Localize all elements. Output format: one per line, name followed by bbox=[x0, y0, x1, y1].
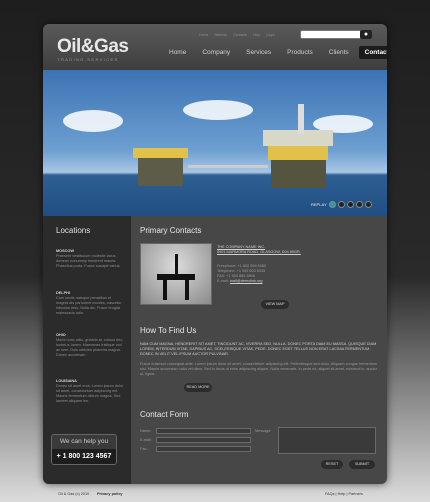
rig-silhouette bbox=[185, 280, 189, 300]
contact-rows: Freephone: +1 800 559 6580 Telephone: +1… bbox=[217, 264, 381, 284]
location-text: Donec sit amet eros. Lorem ipsum dolor s… bbox=[56, 384, 124, 403]
footer-links[interactable]: FAQs | Help | Partners bbox=[325, 492, 363, 496]
copyright: Oil & Gas (c) 2010 bbox=[58, 492, 90, 496]
contact-value: +1 959 603 6035 bbox=[236, 269, 266, 273]
find-us-bold-text: NAM CUM MAGNA, HENDRERIT SIT AMET, TINCI… bbox=[140, 342, 377, 356]
email-field[interactable] bbox=[156, 437, 251, 443]
fax-label: Fax: bbox=[140, 447, 148, 451]
contact-label: Freephone: bbox=[217, 264, 237, 268]
rig-bridge bbox=[188, 165, 268, 168]
slide-dot[interactable] bbox=[364, 201, 372, 208]
email-link[interactable]: mail@demolink.org bbox=[230, 279, 263, 283]
contact-value: +1 504 889 9898 bbox=[226, 274, 255, 278]
cloud bbox=[183, 100, 253, 120]
top-link-home[interactable]: Home bbox=[199, 33, 208, 37]
main-content: Primary Contacts THE COMPANY NAME INC. 8… bbox=[131, 216, 387, 484]
help-phone: + 1 800 123 4567 bbox=[52, 449, 116, 464]
nav-clients[interactable]: Clients bbox=[323, 46, 355, 59]
contact-label: FAX: bbox=[217, 274, 226, 278]
contact-value: +1 800 559 6580 bbox=[237, 264, 267, 268]
message-label: Message: bbox=[255, 429, 272, 433]
rig-photo bbox=[140, 243, 212, 305]
top-links: Home Sitemap Contacts Help Login bbox=[199, 33, 275, 37]
slide-dot[interactable] bbox=[328, 201, 336, 208]
logo[interactable]: Oil&Gas bbox=[57, 36, 129, 58]
hero-banner: REPLAY bbox=[43, 70, 387, 216]
rig-platform bbox=[138, 158, 183, 186]
location-item: OHIO Morbi nunc odio, gravida at, cursus… bbox=[56, 333, 124, 358]
rig-silhouette bbox=[175, 254, 178, 274]
name-label: Name: bbox=[140, 429, 152, 433]
rig-platform bbox=[133, 148, 188, 158]
rig-silhouette bbox=[163, 280, 167, 300]
location-item: LOUISIANA Donec sit amet eros. Lorem ips… bbox=[56, 379, 124, 404]
email-label: E-mail: bbox=[217, 279, 229, 283]
contact-label: Telephone: bbox=[217, 269, 236, 273]
slide-dot[interactable] bbox=[346, 201, 354, 208]
page-container: Oil&Gas TRADING SERVICES Home Sitemap Co… bbox=[43, 24, 387, 484]
help-label: We can help you bbox=[52, 435, 116, 449]
view-map-button[interactable]: VIEW MAP bbox=[261, 300, 289, 309]
location-item: DELPHI Cum sociis natoque penatibus et m… bbox=[56, 291, 124, 316]
nav-services[interactable]: Services bbox=[240, 46, 277, 59]
header: Oil&Gas TRADING SERVICES Home Sitemap Co… bbox=[43, 24, 387, 70]
find-us-title: How To Find Us bbox=[140, 326, 197, 335]
slide-dot[interactable] bbox=[355, 201, 363, 208]
top-link-sitemap[interactable]: Sitemap bbox=[214, 33, 227, 37]
company-block: THE COMPANY NAME INC. 8901 MARMORA ROAD,… bbox=[217, 245, 381, 255]
email-label: E-mail: bbox=[140, 438, 152, 442]
nav-products[interactable]: Products bbox=[281, 46, 319, 59]
sidebar-title: Locations bbox=[56, 226, 91, 235]
slide-dot[interactable] bbox=[337, 201, 345, 208]
read-more-button[interactable]: READ MORE bbox=[184, 383, 212, 392]
top-link-contacts[interactable]: Contacts bbox=[233, 33, 247, 37]
nav-company[interactable]: Company bbox=[196, 46, 236, 59]
rig-platform bbox=[271, 160, 326, 188]
location-text: Cum sociis natoque penatibus et magnis d… bbox=[56, 296, 122, 315]
submit-button[interactable]: SUBMIT bbox=[349, 460, 375, 469]
privacy-link[interactable]: Privacy policy bbox=[97, 492, 123, 496]
primary-contacts-title: Primary Contacts bbox=[140, 226, 202, 235]
top-link-help[interactable]: Help bbox=[253, 33, 260, 37]
fax-field[interactable] bbox=[156, 446, 251, 452]
location-item: MOSCOW Praesent vestibulum molestie lacu… bbox=[56, 249, 124, 269]
help-box: We can help you + 1 800 123 4567 bbox=[51, 434, 117, 465]
name-field[interactable] bbox=[156, 428, 251, 434]
slider-controls: REPLAY bbox=[311, 201, 372, 208]
location-text: Praesent vestibulum molestie lacus. Aene… bbox=[56, 254, 121, 268]
cloud bbox=[63, 110, 123, 132]
main-nav: Home Company Services Products Clients C… bbox=[163, 46, 387, 59]
location-text: Morbi nunc odio, gravida at, cursus nec,… bbox=[56, 338, 124, 357]
message-field[interactable] bbox=[278, 427, 376, 454]
slogan: TRADING SERVICES bbox=[57, 57, 119, 62]
search-icon[interactable]: ● bbox=[360, 30, 372, 39]
nav-contacts[interactable]: Contacts bbox=[358, 46, 387, 59]
footer: Oil & Gas (c) 2010 Privacy policy FAQs |… bbox=[0, 490, 430, 502]
contact-form-title: Contact Form bbox=[140, 410, 189, 419]
nav-home[interactable]: Home bbox=[163, 46, 192, 59]
company-address: 8901 MARMORA ROAD, GLASGOW, D04 89GR. bbox=[217, 250, 301, 254]
find-us-text: Fusce euismod consequat ante. Lorem ipsu… bbox=[140, 362, 378, 376]
rig-platform bbox=[268, 146, 328, 160]
reset-button[interactable]: RESET bbox=[321, 460, 343, 469]
top-link-login[interactable]: Login bbox=[266, 33, 275, 37]
replay-label[interactable]: REPLAY bbox=[311, 202, 327, 207]
rig-derrick bbox=[298, 104, 304, 134]
